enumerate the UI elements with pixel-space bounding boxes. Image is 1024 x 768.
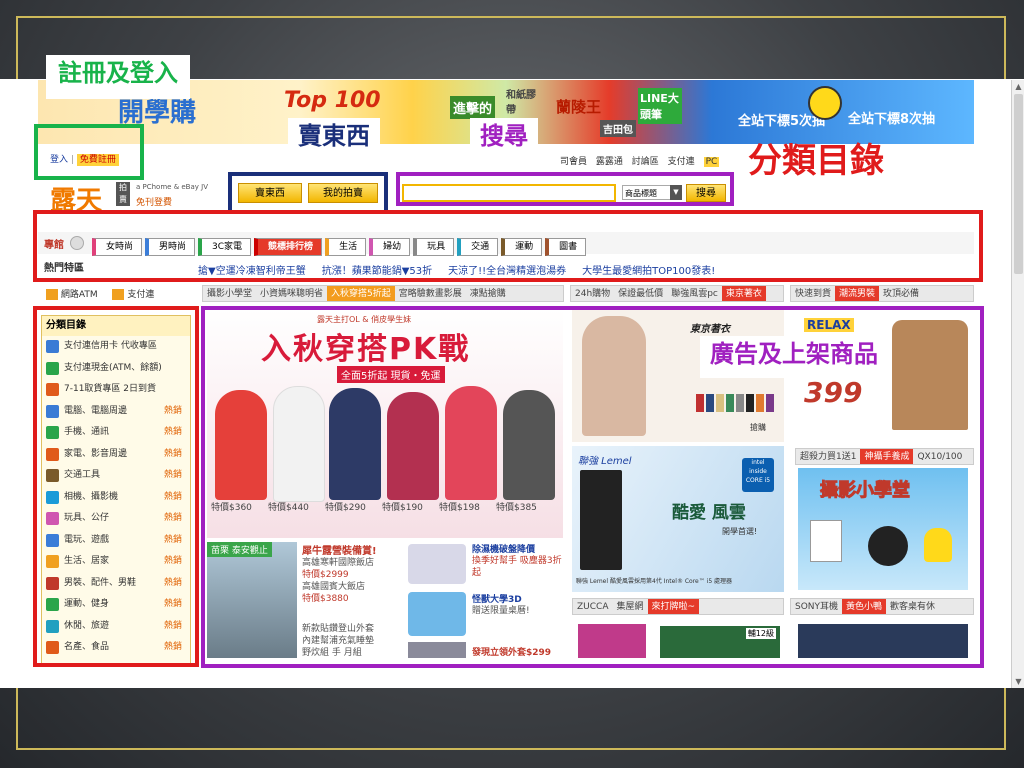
right-tab[interactable]: 快速到貨	[791, 286, 835, 301]
banner-text: Top 100	[284, 88, 381, 113]
right-tab[interactable]: 潮流男裝	[835, 286, 880, 301]
sell-frame	[228, 172, 388, 214]
top-nav-link[interactable]: 露露通	[596, 157, 623, 167]
ads-products-label: 廣告及上架商品	[700, 336, 888, 378]
main-tab[interactable]: 入秋穿搭5折起	[327, 286, 395, 301]
side-top-links: 網路ATM 支付連	[46, 287, 154, 300]
page-scrollbar[interactable]: ▲ ▼	[1011, 80, 1024, 688]
top-nav-link[interactable]: 討論區	[632, 157, 659, 167]
scroll-up-icon[interactable]: ▲	[1014, 82, 1023, 91]
ruten-logo[interactable]: 露天	[50, 180, 114, 216]
top-nav: 司會員 露露通 討論區 支付連 PC	[560, 154, 725, 167]
banner-text: 吉田包	[600, 120, 636, 137]
minion-icon	[808, 86, 842, 120]
scroll-down-icon[interactable]: ▼	[1014, 677, 1023, 686]
right-tab-bar-1: 24h購物 保證最低價 聯強風雲pc 東京著衣	[570, 285, 784, 302]
sell-label: 賣東西	[288, 118, 380, 162]
paylink-icon	[112, 289, 125, 300]
main-tab[interactable]: 攝影小學堂	[203, 286, 256, 301]
category-bar-frame	[33, 210, 983, 282]
top-nav-link[interactable]: PC	[703, 157, 720, 167]
scrollbar-thumb[interactable]	[1014, 94, 1023, 274]
categories-label: 分類目錄	[748, 141, 884, 181]
atm-icon	[46, 289, 58, 300]
paylink-link[interactable]: 支付連	[127, 290, 154, 300]
right-tab[interactable]: 保證最低價	[614, 286, 667, 301]
banner-text: 和紙膠帶	[506, 90, 536, 116]
right-tab-bar-2: 快速到貨 潮流男裝 玫頂必備	[790, 285, 974, 302]
main-tab-bar: 攝影小學堂 小資媽咪聰明省 入秋穿搭5折起 宮略驗數畫影展 凍點搶購	[202, 285, 564, 302]
free-listing-link[interactable]: 免刊登費	[136, 195, 172, 208]
banner-text: LINE大頭筆	[638, 88, 682, 124]
right-tab[interactable]: 24h購物	[571, 286, 614, 301]
register-login-frame	[34, 124, 144, 180]
atm-link[interactable]: 網路ATM	[61, 290, 98, 300]
main-tab[interactable]: 小資媽咪聰明省	[256, 286, 327, 301]
search-frame	[396, 172, 734, 206]
main-tab[interactable]: 宮略驗數畫影展	[395, 286, 466, 301]
right-tab[interactable]: 玫頂必備	[879, 286, 923, 301]
pchome-note: a PChome & eBay JV	[136, 183, 208, 191]
search-label: 搜尋	[470, 118, 538, 162]
register-login-label: 註冊及登入	[46, 55, 190, 99]
banner-text: 全站下標8次抽	[848, 112, 936, 127]
top-nav-link[interactable]: 支付連	[668, 157, 695, 167]
banner-text: 蘭陵王	[556, 98, 602, 116]
banner-text: 進擊的	[450, 96, 496, 119]
top-nav-link[interactable]: 司會員	[560, 157, 587, 167]
logo-sub: 拍賣	[116, 182, 130, 206]
right-tab[interactable]: 東京著衣	[721, 286, 766, 301]
sidebar-frame	[33, 306, 199, 667]
main-tab[interactable]: 凍點搶購	[466, 286, 510, 301]
right-tab[interactable]: 聯強風雲pc	[667, 286, 722, 301]
